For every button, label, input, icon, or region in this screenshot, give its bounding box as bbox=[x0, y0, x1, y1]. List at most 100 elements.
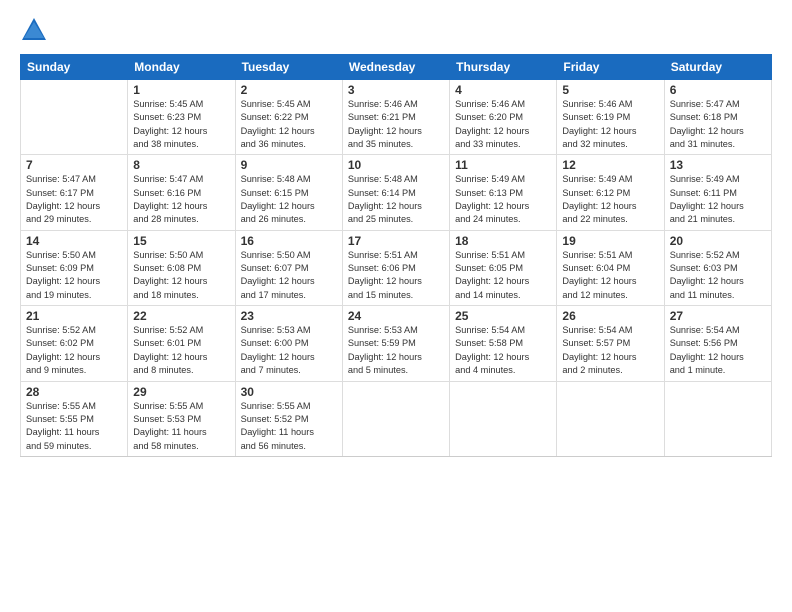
day-info: Sunrise: 5:46 AM Sunset: 6:21 PM Dayligh… bbox=[348, 98, 444, 151]
calendar-week-row: 1Sunrise: 5:45 AM Sunset: 6:23 PM Daylig… bbox=[21, 80, 772, 155]
weekday-header: Wednesday bbox=[342, 55, 449, 80]
weekday-header: Monday bbox=[128, 55, 235, 80]
day-number: 28 bbox=[26, 385, 122, 399]
calendar-cell: 18Sunrise: 5:51 AM Sunset: 6:05 PM Dayli… bbox=[450, 230, 557, 305]
day-number: 11 bbox=[455, 158, 551, 172]
day-number: 27 bbox=[670, 309, 766, 323]
calendar: SundayMondayTuesdayWednesdayThursdayFrid… bbox=[20, 54, 772, 457]
day-number: 24 bbox=[348, 309, 444, 323]
day-info: Sunrise: 5:55 AM Sunset: 5:53 PM Dayligh… bbox=[133, 400, 229, 453]
day-number: 30 bbox=[241, 385, 337, 399]
day-info: Sunrise: 5:49 AM Sunset: 6:11 PM Dayligh… bbox=[670, 173, 766, 226]
day-number: 6 bbox=[670, 83, 766, 97]
calendar-cell: 16Sunrise: 5:50 AM Sunset: 6:07 PM Dayli… bbox=[235, 230, 342, 305]
day-number: 17 bbox=[348, 234, 444, 248]
day-info: Sunrise: 5:48 AM Sunset: 6:14 PM Dayligh… bbox=[348, 173, 444, 226]
logo bbox=[20, 16, 52, 44]
calendar-cell: 11Sunrise: 5:49 AM Sunset: 6:13 PM Dayli… bbox=[450, 155, 557, 230]
calendar-cell: 1Sunrise: 5:45 AM Sunset: 6:23 PM Daylig… bbox=[128, 80, 235, 155]
calendar-cell bbox=[342, 381, 449, 456]
calendar-cell bbox=[21, 80, 128, 155]
day-info: Sunrise: 5:50 AM Sunset: 6:08 PM Dayligh… bbox=[133, 249, 229, 302]
day-number: 15 bbox=[133, 234, 229, 248]
day-number: 14 bbox=[26, 234, 122, 248]
calendar-cell: 24Sunrise: 5:53 AM Sunset: 5:59 PM Dayli… bbox=[342, 306, 449, 381]
calendar-cell: 22Sunrise: 5:52 AM Sunset: 6:01 PM Dayli… bbox=[128, 306, 235, 381]
calendar-cell bbox=[664, 381, 771, 456]
weekday-header: Friday bbox=[557, 55, 664, 80]
day-number: 26 bbox=[562, 309, 658, 323]
calendar-header-row: SundayMondayTuesdayWednesdayThursdayFrid… bbox=[21, 55, 772, 80]
calendar-cell: 2Sunrise: 5:45 AM Sunset: 6:22 PM Daylig… bbox=[235, 80, 342, 155]
day-info: Sunrise: 5:51 AM Sunset: 6:04 PM Dayligh… bbox=[562, 249, 658, 302]
calendar-cell: 29Sunrise: 5:55 AM Sunset: 5:53 PM Dayli… bbox=[128, 381, 235, 456]
calendar-cell: 9Sunrise: 5:48 AM Sunset: 6:15 PM Daylig… bbox=[235, 155, 342, 230]
day-info: Sunrise: 5:54 AM Sunset: 5:56 PM Dayligh… bbox=[670, 324, 766, 377]
calendar-cell: 28Sunrise: 5:55 AM Sunset: 5:55 PM Dayli… bbox=[21, 381, 128, 456]
calendar-cell: 25Sunrise: 5:54 AM Sunset: 5:58 PM Dayli… bbox=[450, 306, 557, 381]
calendar-cell: 21Sunrise: 5:52 AM Sunset: 6:02 PM Dayli… bbox=[21, 306, 128, 381]
day-number: 12 bbox=[562, 158, 658, 172]
day-number: 16 bbox=[241, 234, 337, 248]
day-info: Sunrise: 5:52 AM Sunset: 6:02 PM Dayligh… bbox=[26, 324, 122, 377]
weekday-header: Thursday bbox=[450, 55, 557, 80]
calendar-cell: 17Sunrise: 5:51 AM Sunset: 6:06 PM Dayli… bbox=[342, 230, 449, 305]
day-info: Sunrise: 5:49 AM Sunset: 6:13 PM Dayligh… bbox=[455, 173, 551, 226]
day-info: Sunrise: 5:47 AM Sunset: 6:17 PM Dayligh… bbox=[26, 173, 122, 226]
day-number: 9 bbox=[241, 158, 337, 172]
day-number: 2 bbox=[241, 83, 337, 97]
day-info: Sunrise: 5:48 AM Sunset: 6:15 PM Dayligh… bbox=[241, 173, 337, 226]
calendar-cell: 10Sunrise: 5:48 AM Sunset: 6:14 PM Dayli… bbox=[342, 155, 449, 230]
header bbox=[20, 16, 772, 44]
weekday-header: Saturday bbox=[664, 55, 771, 80]
day-number: 4 bbox=[455, 83, 551, 97]
calendar-cell: 3Sunrise: 5:46 AM Sunset: 6:21 PM Daylig… bbox=[342, 80, 449, 155]
day-info: Sunrise: 5:54 AM Sunset: 5:58 PM Dayligh… bbox=[455, 324, 551, 377]
calendar-cell: 26Sunrise: 5:54 AM Sunset: 5:57 PM Dayli… bbox=[557, 306, 664, 381]
day-number: 3 bbox=[348, 83, 444, 97]
day-number: 13 bbox=[670, 158, 766, 172]
day-number: 20 bbox=[670, 234, 766, 248]
calendar-cell bbox=[450, 381, 557, 456]
calendar-cell: 20Sunrise: 5:52 AM Sunset: 6:03 PM Dayli… bbox=[664, 230, 771, 305]
calendar-week-row: 28Sunrise: 5:55 AM Sunset: 5:55 PM Dayli… bbox=[21, 381, 772, 456]
calendar-cell: 14Sunrise: 5:50 AM Sunset: 6:09 PM Dayli… bbox=[21, 230, 128, 305]
day-info: Sunrise: 5:47 AM Sunset: 6:18 PM Dayligh… bbox=[670, 98, 766, 151]
logo-icon bbox=[20, 16, 48, 44]
calendar-cell bbox=[557, 381, 664, 456]
weekday-header: Sunday bbox=[21, 55, 128, 80]
day-info: Sunrise: 5:50 AM Sunset: 6:07 PM Dayligh… bbox=[241, 249, 337, 302]
day-info: Sunrise: 5:55 AM Sunset: 5:52 PM Dayligh… bbox=[241, 400, 337, 453]
day-info: Sunrise: 5:45 AM Sunset: 6:22 PM Dayligh… bbox=[241, 98, 337, 151]
day-info: Sunrise: 5:51 AM Sunset: 6:05 PM Dayligh… bbox=[455, 249, 551, 302]
calendar-cell: 5Sunrise: 5:46 AM Sunset: 6:19 PM Daylig… bbox=[557, 80, 664, 155]
calendar-cell: 8Sunrise: 5:47 AM Sunset: 6:16 PM Daylig… bbox=[128, 155, 235, 230]
day-info: Sunrise: 5:47 AM Sunset: 6:16 PM Dayligh… bbox=[133, 173, 229, 226]
calendar-week-row: 21Sunrise: 5:52 AM Sunset: 6:02 PM Dayli… bbox=[21, 306, 772, 381]
day-info: Sunrise: 5:50 AM Sunset: 6:09 PM Dayligh… bbox=[26, 249, 122, 302]
day-number: 7 bbox=[26, 158, 122, 172]
calendar-cell: 12Sunrise: 5:49 AM Sunset: 6:12 PM Dayli… bbox=[557, 155, 664, 230]
calendar-cell: 7Sunrise: 5:47 AM Sunset: 6:17 PM Daylig… bbox=[21, 155, 128, 230]
calendar-cell: 4Sunrise: 5:46 AM Sunset: 6:20 PM Daylig… bbox=[450, 80, 557, 155]
day-number: 18 bbox=[455, 234, 551, 248]
page: SundayMondayTuesdayWednesdayThursdayFrid… bbox=[0, 0, 792, 612]
day-number: 19 bbox=[562, 234, 658, 248]
day-number: 1 bbox=[133, 83, 229, 97]
day-number: 23 bbox=[241, 309, 337, 323]
calendar-cell: 15Sunrise: 5:50 AM Sunset: 6:08 PM Dayli… bbox=[128, 230, 235, 305]
day-number: 8 bbox=[133, 158, 229, 172]
day-info: Sunrise: 5:53 AM Sunset: 6:00 PM Dayligh… bbox=[241, 324, 337, 377]
calendar-cell: 23Sunrise: 5:53 AM Sunset: 6:00 PM Dayli… bbox=[235, 306, 342, 381]
calendar-week-row: 7Sunrise: 5:47 AM Sunset: 6:17 PM Daylig… bbox=[21, 155, 772, 230]
day-info: Sunrise: 5:49 AM Sunset: 6:12 PM Dayligh… bbox=[562, 173, 658, 226]
day-info: Sunrise: 5:51 AM Sunset: 6:06 PM Dayligh… bbox=[348, 249, 444, 302]
day-number: 21 bbox=[26, 309, 122, 323]
calendar-cell: 27Sunrise: 5:54 AM Sunset: 5:56 PM Dayli… bbox=[664, 306, 771, 381]
calendar-cell: 13Sunrise: 5:49 AM Sunset: 6:11 PM Dayli… bbox=[664, 155, 771, 230]
calendar-week-row: 14Sunrise: 5:50 AM Sunset: 6:09 PM Dayli… bbox=[21, 230, 772, 305]
day-info: Sunrise: 5:53 AM Sunset: 5:59 PM Dayligh… bbox=[348, 324, 444, 377]
day-info: Sunrise: 5:55 AM Sunset: 5:55 PM Dayligh… bbox=[26, 400, 122, 453]
day-number: 5 bbox=[562, 83, 658, 97]
day-info: Sunrise: 5:54 AM Sunset: 5:57 PM Dayligh… bbox=[562, 324, 658, 377]
